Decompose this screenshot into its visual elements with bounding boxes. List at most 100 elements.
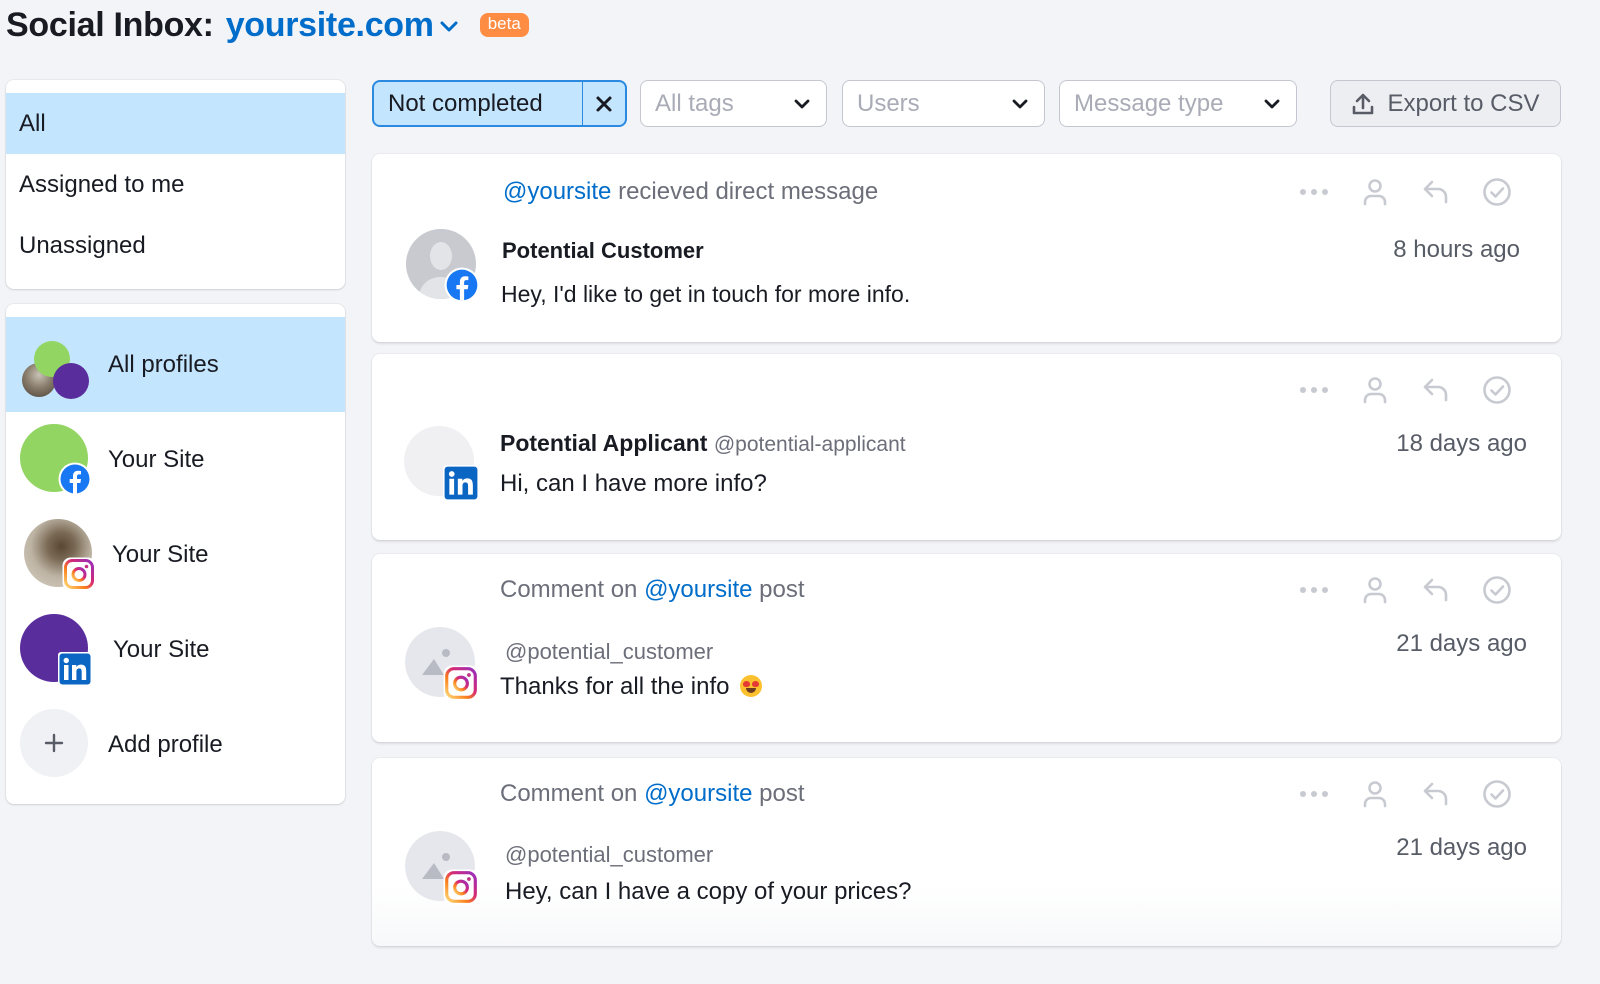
all-profiles-avatar-group [20,329,92,401]
message-card[interactable]: Comment on @yoursite post 21 days ago @p… [372,758,1561,946]
assign-button[interactable] [1344,574,1405,606]
site-selector[interactable]: yoursite.com [226,6,458,45]
profile-avatar [20,518,92,591]
reply-button[interactable] [1405,778,1466,810]
complete-check-icon [1482,376,1511,404]
assign-user-icon [1363,577,1386,604]
profile-avatar [20,613,92,686]
profile-avatar [20,423,92,496]
add-profile-avatar [20,708,92,781]
beta-badge: beta [479,13,529,37]
facebook-icon [58,462,92,496]
more-icon [1299,387,1328,393]
reply-icon [1423,578,1447,602]
context-prefix: Comment on [500,780,645,807]
instagram-icon [62,557,96,591]
heart-eyes-emoji-icon [740,675,763,697]
filter-label: Assigned to me [19,170,185,198]
more-icon [1299,791,1328,797]
filter-unassigned[interactable]: Unassigned [6,215,345,276]
upload-icon [1353,93,1374,114]
message-author: Potential Customer [502,238,704,264]
author-name: Potential Applicant [500,430,708,456]
complete-button[interactable] [1466,778,1527,810]
complete-button[interactable] [1466,574,1527,606]
assign-button[interactable] [1344,176,1405,208]
profile-facebook[interactable]: Your Site [6,412,345,507]
facebook-icon [444,267,480,303]
add-profile-button[interactable]: Add profile [6,697,345,792]
more-button[interactable] [1283,778,1344,810]
mention-link[interactable]: @yoursite [644,780,752,807]
context-text: post [752,780,805,807]
export-csv-button[interactable]: Export to CSV [1330,80,1561,127]
message-text: Hey, I'd like to get in touch for more i… [501,281,911,307]
mention-link[interactable]: @yoursite [503,178,611,205]
chevron-down-icon [1264,99,1280,108]
message-type-select[interactable]: Message type [1059,80,1297,127]
profiles-panel: All profiles Your Site Your Site Your Si… [6,304,345,804]
author-name: Potential Customer [502,238,704,263]
clear-status-filter-button[interactable] [582,82,625,125]
message-actions [1283,574,1527,606]
add-profile-circle [20,708,88,777]
message-card[interactable]: Comment on @yoursite post 21 days ago @p… [372,554,1561,742]
assign-button[interactable] [1344,374,1405,406]
close-icon [596,96,612,111]
assign-user-icon [1363,377,1386,404]
profile-label: All profiles [108,350,219,378]
message-card[interactable]: 18 days ago Potential Applicant @potenti… [372,354,1561,540]
assign-button[interactable] [1344,778,1405,810]
users-select[interactable]: Users [842,80,1045,127]
more-button[interactable] [1283,374,1344,406]
mention-link[interactable]: @yoursite [644,576,752,603]
complete-check-icon [1482,178,1511,206]
message-time: 21 days ago [1396,630,1527,657]
reply-button[interactable] [1405,374,1466,406]
filter-all[interactable]: All [6,93,345,154]
plus-icon [44,733,64,752]
chevron-down-icon [1012,99,1028,108]
complete-button[interactable] [1466,374,1527,406]
assignment-filter-panel: All Assigned to me Unassigned [6,80,345,289]
context-text: recieved direct message [611,178,879,205]
more-button[interactable] [1283,176,1344,208]
message-text: Hey, can I have a copy of your prices? [505,878,912,905]
profile-label: Your Site [112,540,209,568]
tags-select[interactable]: All tags [640,80,827,127]
author-handle[interactable]: @potential_customer [505,842,713,868]
context-text: post [752,576,805,603]
site-name: yoursite.com [225,5,434,44]
profile-label: Your Site [113,635,210,663]
page-header: Social Inbox: yoursite.com beta [6,2,529,48]
filter-label: All [19,109,46,137]
profile-all[interactable]: All profiles [6,317,345,412]
author-handle[interactable]: @potential-applicant [714,433,906,456]
complete-check-icon [1482,576,1511,604]
instagram-icon [443,665,479,701]
more-button[interactable] [1283,574,1344,606]
profile-instagram[interactable]: Your Site [6,507,345,602]
profile-linkedin[interactable]: Your Site [6,602,345,697]
more-icon [1299,587,1328,593]
message-author: Potential Applicant @potential-applicant [500,430,906,457]
complete-button[interactable] [1466,176,1527,208]
reply-button[interactable] [1405,574,1466,606]
status-filter-chip[interactable]: Not completed [372,80,627,127]
tags-select-placeholder: All tags [655,89,734,117]
message-context: Comment on @yoursite post [500,576,805,604]
reply-icon [1423,180,1447,204]
message-card[interactable]: @yoursite recieved direct message 8 hour… [372,154,1561,342]
page-title: Social Inbox: [6,5,214,44]
linkedin-icon [443,465,479,501]
reply-button[interactable] [1405,176,1466,208]
export-csv-label: Export to CSV [1387,89,1540,117]
assign-user-icon [1363,781,1386,808]
message-time: 18 days ago [1396,430,1527,457]
filter-assigned-to-me[interactable]: Assigned to me [6,154,345,215]
author-handle[interactable]: @potential_customer [505,639,713,665]
add-profile-label: Add profile [108,730,223,758]
reply-icon [1423,378,1447,402]
users-select-placeholder: Users [857,89,920,117]
message-actions [1283,374,1527,406]
